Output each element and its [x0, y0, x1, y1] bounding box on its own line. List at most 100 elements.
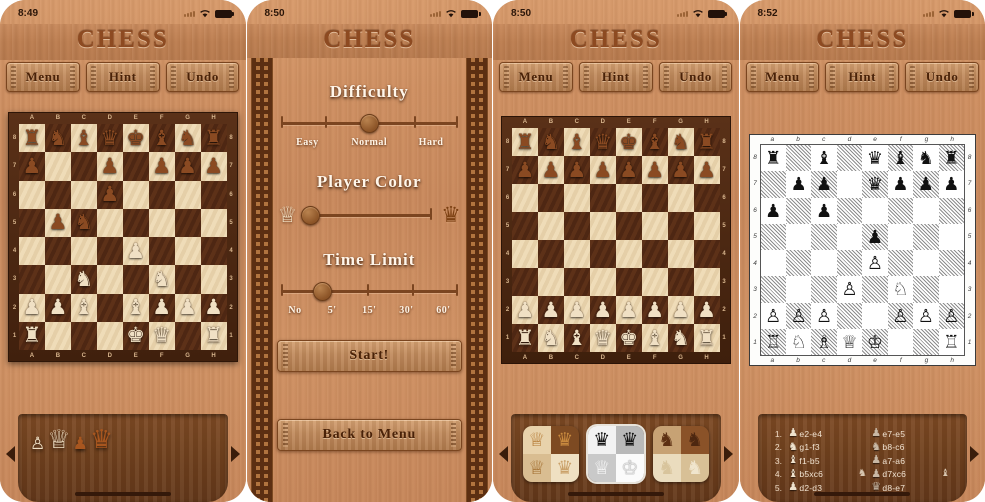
board-square[interactable]: ♟ [563, 296, 590, 324]
piece-white-pawn[interactable]: ♙ [913, 303, 938, 329]
piece-black-pawn[interactable]: ♟ [616, 156, 642, 184]
board-square[interactable]: ♟ [693, 296, 720, 324]
board-square[interactable] [44, 265, 71, 294]
undo-button[interactable]: Undo [905, 62, 979, 92]
piece-white-rook[interactable]: ♜ [512, 324, 538, 352]
board-square[interactable]: ♟ [19, 293, 45, 322]
board-square[interactable]: ♟ [785, 171, 812, 198]
board-square[interactable] [785, 276, 812, 303]
board-square[interactable] [862, 302, 888, 329]
piece-white-pawn[interactable]: ♙ [888, 303, 913, 329]
next-arrow-icon[interactable] [970, 446, 979, 462]
board-square[interactable] [615, 184, 642, 212]
hint-button[interactable]: Hint [825, 62, 900, 92]
piece-black-knight[interactable]: ♞ [668, 128, 694, 156]
board-square[interactable]: ♜ [19, 321, 45, 350]
board-square[interactable] [913, 328, 939, 355]
board-square[interactable]: ♞ [537, 128, 564, 156]
board-square[interactable]: ♛ [148, 321, 175, 350]
piece-black-pawn[interactable]: ♟ [668, 156, 694, 184]
piece-black-pawn[interactable]: ♟ [97, 181, 123, 209]
board-square[interactable]: ♙ [760, 302, 786, 329]
piece-black-knight[interactable]: ♞ [913, 145, 938, 171]
board-square[interactable] [537, 184, 564, 212]
board-square[interactable] [836, 145, 863, 172]
piece-black-pawn[interactable]: ♟ [761, 198, 786, 224]
board-square[interactable]: ♚ [615, 128, 642, 156]
board-square[interactable] [537, 240, 564, 268]
board-square[interactable] [641, 184, 668, 212]
piece-black-rook[interactable]: ♜ [19, 124, 45, 152]
piece-black-pawn[interactable]: ♟ [512, 156, 538, 184]
time-limit-slider-knob[interactable] [313, 282, 333, 301]
board-square[interactable] [537, 268, 564, 296]
difficulty-slider-knob[interactable] [359, 114, 379, 133]
piece-black-bishop[interactable]: ♝ [564, 128, 590, 156]
piece-white-pawn[interactable]: ♙ [862, 250, 887, 276]
board-square[interactable] [512, 240, 538, 268]
board-square[interactable] [44, 237, 71, 266]
board-square[interactable] [19, 180, 45, 209]
piece-black-bishop[interactable]: ♝ [811, 145, 836, 171]
piece-black-pawn[interactable]: ♟ [694, 156, 720, 184]
theme-option-wood-modern[interactable]: ♞ ♞ ♞ ♞ [652, 426, 709, 482]
piece-black-king[interactable]: ♚ [123, 124, 149, 152]
back-to-menu-button[interactable]: Back to Menu [276, 419, 462, 451]
move-row[interactable]: 2. ♞ g1-f3 ♞ b8-c6 [772, 441, 954, 455]
board-square[interactable] [200, 237, 227, 266]
piece-black-pawn[interactable]: ♟ [786, 171, 811, 197]
piece-black-pawn[interactable]: ♟ [862, 224, 887, 250]
board-square[interactable]: ♟ [589, 296, 616, 324]
board-square[interactable] [148, 180, 175, 209]
board-square[interactable]: ♟ [667, 296, 694, 324]
board-square[interactable] [96, 208, 123, 237]
board-square[interactable] [96, 321, 123, 350]
piece-white-pawn[interactable]: ♟ [694, 296, 720, 324]
board-square[interactable] [836, 171, 863, 198]
board-square[interactable] [887, 328, 914, 355]
board-square[interactable]: ♟ [667, 156, 694, 184]
board-square[interactable] [615, 240, 642, 268]
board-square[interactable]: ♟ [96, 152, 123, 181]
board-square[interactable]: ♗ [811, 328, 837, 355]
board-square[interactable]: ♞ [913, 145, 939, 172]
piece-black-pawn[interactable]: ♟ [913, 171, 938, 197]
menu-button[interactable]: Menu [499, 62, 573, 92]
piece-black-pawn[interactable]: ♟ [201, 152, 227, 180]
piece-white-pawn[interactable]: ♟ [512, 296, 538, 324]
board-square[interactable]: ♝ [563, 128, 590, 156]
piece-black-pawn[interactable]: ♟ [811, 198, 836, 224]
board-square[interactable]: ♟ [615, 296, 642, 324]
board-square[interactable]: ♟ [641, 296, 668, 324]
theme-option-wood-classic[interactable]: ♕ ♛ ♕ ♛ [522, 426, 579, 482]
board-square[interactable]: ♟ [174, 293, 201, 322]
board-square[interactable] [693, 184, 720, 212]
piece-white-king[interactable]: ♔ [862, 329, 887, 355]
board-square[interactable] [174, 237, 201, 266]
board-square[interactable]: ♞ [537, 324, 564, 352]
board-square[interactable]: ♝ [563, 324, 590, 352]
board-square[interactable] [887, 197, 914, 224]
move-list[interactable]: 1. ♟ e2-e4 ♟ e7-e5 2. ♞ g1-f3 ♞ b8-c6 3. ♝ f1-b5 ♟ a7-… [768, 422, 958, 493]
board-square[interactable] [887, 250, 914, 277]
board-square[interactable] [836, 250, 863, 277]
board-square[interactable] [70, 237, 97, 266]
piece-black-pawn[interactable]: ♟ [888, 171, 913, 197]
board-square[interactable] [44, 321, 71, 350]
board-square[interactable] [862, 276, 888, 303]
board-square[interactable] [589, 212, 616, 240]
board-square[interactable]: ♙ [836, 276, 863, 303]
board-square[interactable]: ♝ [641, 324, 668, 352]
board-square[interactable] [641, 268, 668, 296]
piece-white-rook[interactable]: ♜ [19, 322, 45, 350]
board-square[interactable]: ♔ [862, 328, 888, 355]
menu-button[interactable]: Menu [745, 62, 820, 92]
board-square[interactable] [589, 184, 616, 212]
time-limit-slider[interactable] [277, 280, 463, 302]
piece-white-pawn[interactable]: ♙ [837, 276, 862, 302]
board-square[interactable]: ♟ [589, 156, 616, 184]
piece-white-bishop[interactable]: ♗ [811, 329, 836, 355]
board-square[interactable]: ♜ [938, 145, 964, 172]
board-square[interactable]: ♟ [811, 197, 837, 224]
board-square[interactable]: ♜ [512, 324, 538, 352]
